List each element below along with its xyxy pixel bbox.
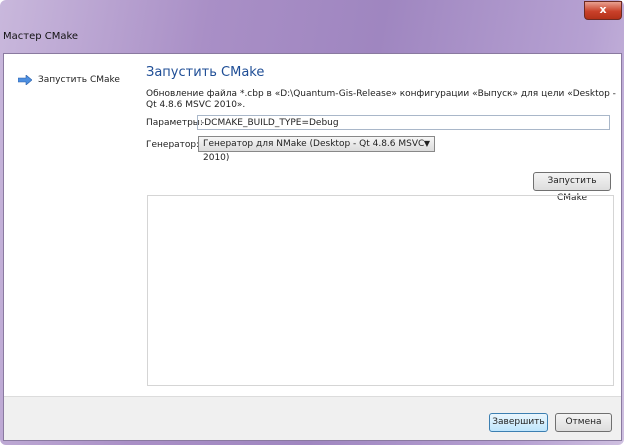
close-button[interactable]: x: [584, 1, 622, 20]
client-area: Запустить CMake Запустить CMake Обновлен…: [3, 53, 622, 441]
output-area[interactable]: [147, 195, 614, 386]
generator-value: Генератор для NMake (Desktop - Qt 4.8.6 …: [203, 139, 425, 163]
footer: Завершить Отмена: [4, 396, 621, 440]
generator-select[interactable]: Генератор для NMake (Desktop - Qt 4.8.6 …: [198, 136, 435, 163]
dialog-window: Мастер CMake x Запустить CMake Запустить…: [0, 0, 624, 445]
generator-label: Генератор:: [146, 140, 200, 150]
params-input[interactable]: -DCMAKE_BUILD_TYPE=Debug: [197, 115, 610, 130]
cancel-button[interactable]: Отмена: [555, 413, 612, 432]
sidebar-item-label: Запустить CMake: [38, 75, 120, 85]
params-label: Параметры:: [146, 118, 203, 128]
finish-button[interactable]: Завершить: [489, 413, 548, 432]
page-title: Запустить CMake: [146, 65, 265, 80]
arrow-right-icon: [18, 75, 32, 85]
window-title: Мастер CMake: [3, 31, 79, 42]
chevron-down-icon: ▼: [423, 139, 430, 148]
run-cmake-button[interactable]: Запустить CMake: [533, 172, 611, 203]
description-text: Обновление файла *.cbp в «D:\Quantum-Gis…: [146, 89, 616, 110]
sidebar-item-run-cmake: Запустить CMake: [18, 75, 120, 85]
